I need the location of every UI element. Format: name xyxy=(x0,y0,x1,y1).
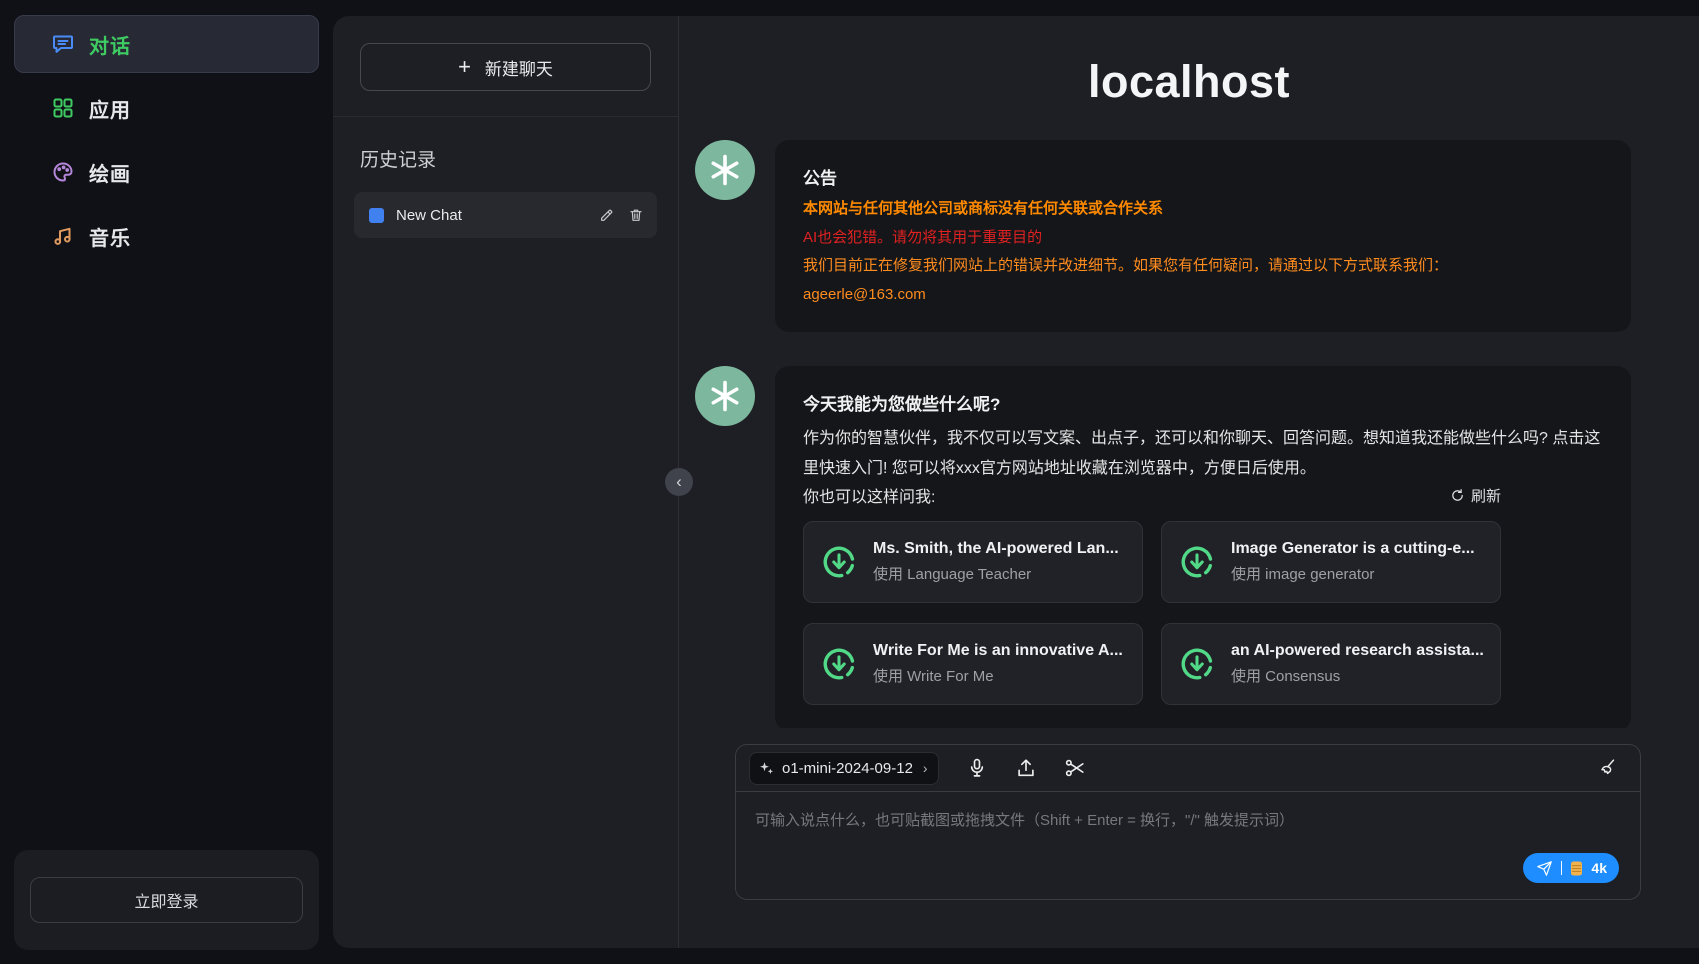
assistant-message-welcome: 今天我能为您做些什么呢? 作为你的智慧伙伴，我不仅可以写文案、出点子，还可以和你… xyxy=(695,366,1631,728)
send-button[interactable]: 4k xyxy=(1523,853,1619,883)
sidebar: 对话 应用 绘画 音乐 立即登录 xyxy=(0,0,333,964)
composer: o1-mini-2024-09-12 › xyxy=(735,744,1641,900)
apps-grid-icon xyxy=(51,96,75,120)
download-circle-icon xyxy=(1178,543,1216,581)
suggestion-subtitle: 使用 Language Teacher xyxy=(873,563,1119,584)
divider xyxy=(1561,861,1562,875)
upload-button[interactable] xyxy=(1015,757,1037,779)
workspace: + 新建聊天 历史记录 New Chat ‹ localhost xyxy=(333,16,1699,948)
new-chat-label: 新建聊天 xyxy=(485,55,553,80)
sidebar-item-label: 对话 xyxy=(89,30,131,59)
chat-list-panel: + 新建聊天 历史记录 New Chat xyxy=(333,16,679,948)
chat-bubble-icon xyxy=(51,32,75,56)
edit-icon[interactable] xyxy=(598,207,615,224)
message-bubble: 今天我能为您做些什么呢? 作为你的智慧伙伴，我不仅可以写文案、出点子，还可以和你… xyxy=(775,366,1631,728)
microphone-button[interactable] xyxy=(966,757,988,779)
message-list: 公告 本网站与任何其他公司或商标没有任何关联或合作关系 AI也会犯错。请勿将其用… xyxy=(679,108,1699,728)
coin-icon xyxy=(1570,861,1583,876)
broom-icon xyxy=(1596,757,1618,779)
message-input[interactable] xyxy=(736,792,1640,899)
sidebar-item-label: 音乐 xyxy=(89,222,131,251)
suggestion-grid: Ms. Smith, the AI-powered Lan... 使用 Lang… xyxy=(803,521,1603,705)
assistant-message-announcement: 公告 本网站与任何其他公司或商标没有任何关联或合作关系 AI也会犯错。请勿将其用… xyxy=(695,140,1631,332)
page-title: localhost xyxy=(679,56,1699,108)
palette-icon xyxy=(51,160,75,184)
model-selector[interactable]: o1-mini-2024-09-12 › xyxy=(749,752,939,785)
suggestion-subtitle: 使用 Consensus xyxy=(1231,665,1484,686)
contact-email-link[interactable]: ageerle@163.com xyxy=(803,284,926,307)
announcement-title: 公告 xyxy=(803,164,1603,189)
login-button[interactable]: 立即登录 xyxy=(30,877,303,923)
suggestion-title: Image Generator is a cutting-e... xyxy=(1231,540,1475,558)
music-note-icon xyxy=(51,224,75,248)
chevron-right-icon: › xyxy=(923,760,928,776)
suggestion-title: Write For Me is an innovative A... xyxy=(873,642,1123,660)
welcome-body: 作为你的智慧伙伴，我不仅可以写文案、出点子，还可以和你聊天、回答问题。想知道我还… xyxy=(803,424,1603,483)
suggestion-subtitle: 使用 Write For Me xyxy=(873,665,1123,686)
login-card: 立即登录 xyxy=(14,850,319,950)
token-badge: 4k xyxy=(1591,860,1607,876)
openai-logo-icon xyxy=(707,152,743,188)
announcement-line: 本网站与任何其他公司或商标没有任何关联或合作关系 xyxy=(803,198,1603,221)
sidebar-item-drawing[interactable]: 绘画 xyxy=(14,143,319,201)
message-bubble: 公告 本网站与任何其他公司或商标没有任何关联或合作关系 AI也会犯错。请勿将其用… xyxy=(775,140,1631,332)
history-title: 历史记录 xyxy=(333,117,678,192)
refresh-button[interactable]: 刷新 xyxy=(1450,485,1501,506)
assistant-avatar xyxy=(695,366,755,426)
sidebar-item-label: 应用 xyxy=(89,94,131,123)
sidebar-item-chat[interactable]: 对话 xyxy=(14,15,319,73)
collapse-sidebar-button[interactable]: ‹ xyxy=(665,468,693,496)
ask-hint: 你也可以这样问我: xyxy=(803,483,935,507)
chat-main: localhost 公告 本网站与任何其他公司或商标没有任何关联或合作关系 AI… xyxy=(679,16,1699,948)
announcement-line: 我们目前正在修复我们网站上的错误并改进细节。如果您有任何疑问，请通过以下方式联系… xyxy=(803,255,1603,278)
chat-item-title: New Chat xyxy=(396,207,586,224)
suggestion-card[interactable]: Write For Me is an innovative A... 使用 Wr… xyxy=(803,623,1143,705)
suggestion-subtitle: 使用 image generator xyxy=(1231,563,1475,584)
announcement-line: AI也会犯错。请勿将其用于重要目的 xyxy=(803,227,1603,250)
new-chat-button[interactable]: + 新建聊天 xyxy=(360,43,651,91)
refresh-icon xyxy=(1450,488,1465,503)
download-circle-icon xyxy=(820,543,858,581)
model-name: o1-mini-2024-09-12 xyxy=(782,760,913,777)
suggestion-card[interactable]: an AI-powered research assista... 使用 Con… xyxy=(1161,623,1501,705)
clear-context-button[interactable] xyxy=(1596,757,1618,779)
upload-icon xyxy=(1015,757,1037,779)
sidebar-item-apps[interactable]: 应用 xyxy=(14,79,319,137)
composer-toolbar: o1-mini-2024-09-12 › xyxy=(736,745,1640,792)
sidebar-item-music[interactable]: 音乐 xyxy=(14,207,319,265)
composer-input-area: 4k xyxy=(736,792,1640,899)
sidebar-item-label: 绘画 xyxy=(89,158,131,187)
delete-icon[interactable] xyxy=(627,207,644,224)
assistant-avatar xyxy=(695,140,755,200)
microphone-icon xyxy=(966,757,988,779)
scissors-icon xyxy=(1064,757,1086,779)
welcome-title: 今天我能为您做些什么呢? xyxy=(803,390,1603,415)
paper-plane-icon xyxy=(1536,860,1553,877)
chat-history-item[interactable]: New Chat xyxy=(354,192,657,238)
download-circle-icon xyxy=(1178,645,1216,683)
cut-button[interactable] xyxy=(1064,757,1086,779)
suggestion-title: Ms. Smith, the AI-powered Lan... xyxy=(873,540,1119,558)
openai-logo-icon xyxy=(707,378,743,414)
suggestion-title: an AI-powered research assista... xyxy=(1231,642,1484,660)
download-circle-icon xyxy=(820,645,858,683)
suggestion-card[interactable]: Image Generator is a cutting-e... 使用 ima… xyxy=(1161,521,1501,603)
suggestion-card[interactable]: Ms. Smith, the AI-powered Lan... 使用 Lang… xyxy=(803,521,1143,603)
chat-item-icon xyxy=(369,208,384,223)
plus-icon: + xyxy=(458,56,471,78)
sparkle-icon xyxy=(759,761,774,776)
